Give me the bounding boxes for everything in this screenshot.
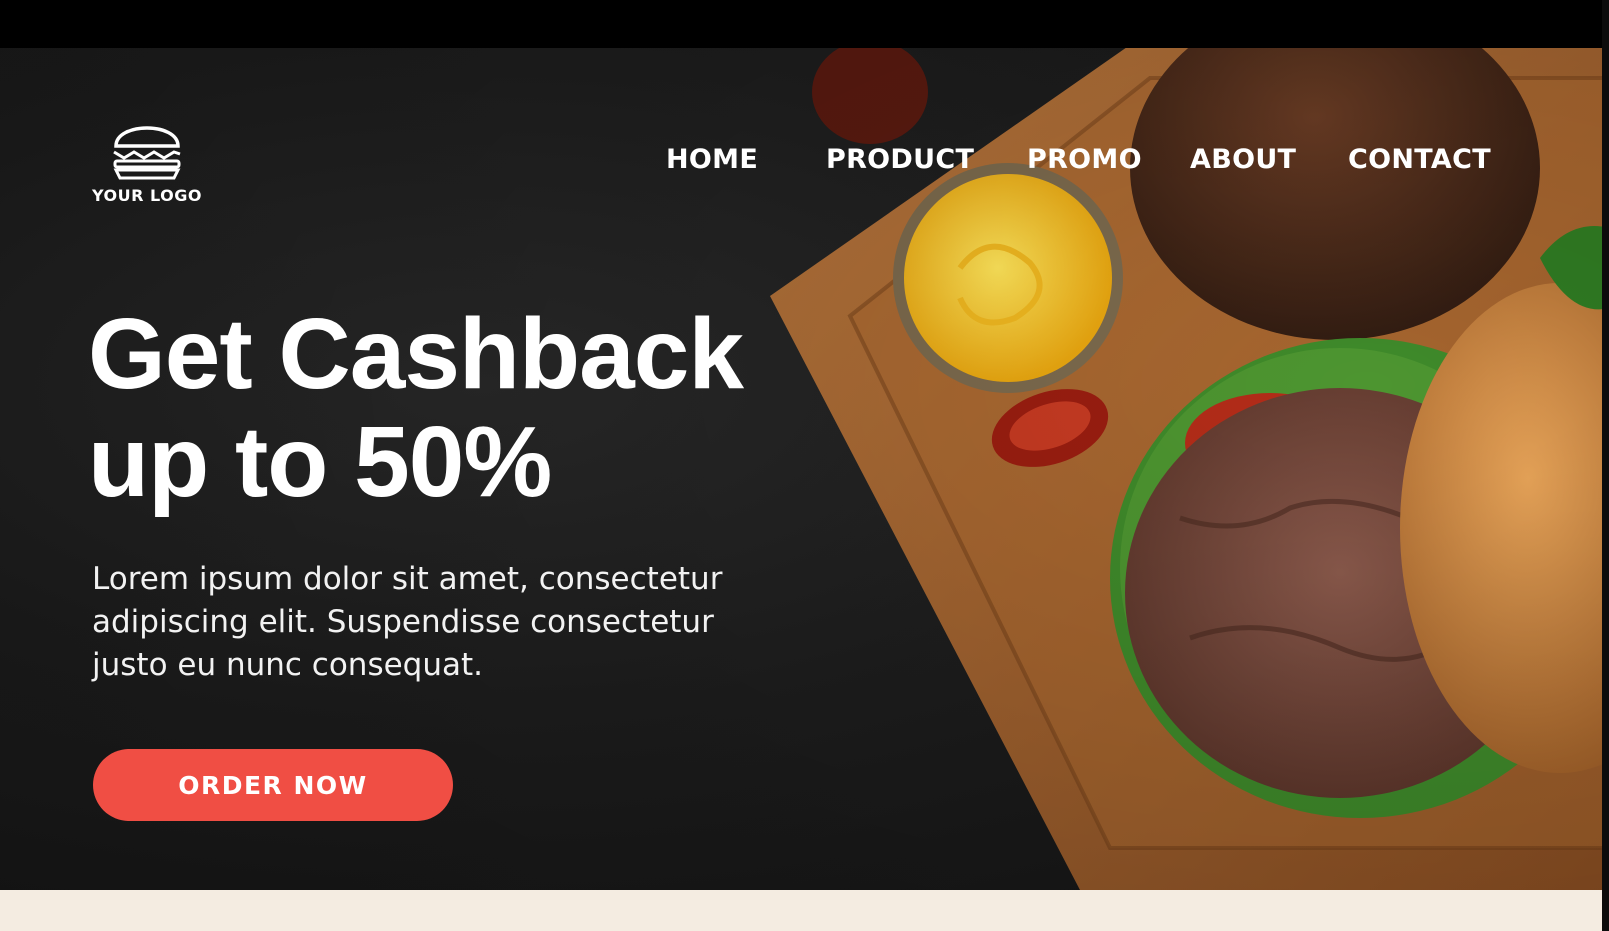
headline-line-1: Get Cashback [88, 298, 744, 410]
top-bar [0, 0, 1609, 48]
hero-description: Lorem ipsum dolor sit amet, consectetur … [92, 561, 723, 683]
nav-promo[interactable]: PROMO [1027, 144, 1142, 175]
logo[interactable]: YOUR LOGO [92, 114, 202, 214]
nav-about[interactable]: ABOUT [1190, 144, 1296, 175]
hero-headline: Get Cashback up to 50% [88, 298, 744, 518]
burger-icon [113, 126, 181, 180]
right-edge [1602, 0, 1609, 931]
logo-text: YOUR LOGO [92, 186, 202, 205]
headline-line-2: up to 50% [88, 406, 552, 518]
order-now-button[interactable]: ORDER NOW [93, 749, 453, 821]
nav-contact[interactable]: CONTACT [1348, 144, 1491, 175]
hero-section: YOUR LOGO HOME PRODUCT PROMO ABOUT CONTA… [0, 48, 1609, 890]
bottom-section-strip [0, 890, 1609, 931]
nav-home[interactable]: HOME [666, 144, 758, 175]
nav-product[interactable]: PRODUCT [826, 144, 974, 175]
